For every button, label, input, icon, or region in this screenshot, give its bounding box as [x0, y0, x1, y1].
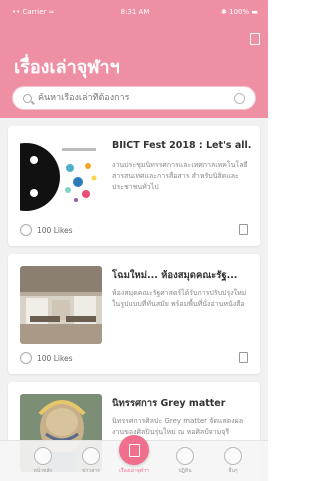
story-list[interactable]: BIICT Fest 2018 : Let's all... งานประชุม… [0, 118, 268, 481]
home-icon [34, 447, 52, 465]
like-circle-icon [20, 352, 32, 364]
like-button[interactable]: 100 Likes [20, 224, 73, 236]
tab-label: ปฏิทิน [178, 468, 192, 474]
story-card[interactable]: โฉมใหม่... ห้องสมุดคณะรัฐ... ห้องสมุดคณะ… [8, 254, 260, 374]
clear-icon[interactable] [234, 92, 245, 104]
card-title: BIICT Fest 2018 : Let's all... [112, 140, 252, 151]
like-circle-icon [20, 224, 32, 236]
bookmark-icon[interactable] [239, 352, 248, 363]
card-title: นิทรรศการ Grey matter [112, 398, 226, 409]
tab-label: หน้าหลัก [33, 468, 53, 474]
more-icon [224, 447, 242, 465]
search-bar[interactable] [12, 86, 256, 110]
document-icon[interactable] [250, 33, 260, 45]
tab-label: อื่นๆ [228, 468, 238, 474]
card-image [20, 266, 102, 344]
card-image [20, 138, 102, 216]
tab-calendar[interactable]: ปฏิทิน [170, 447, 200, 475]
card-title: โฉมใหม่... ห้องสมุดคณะรัฐ... [112, 270, 238, 281]
battery-status: ✱ 100% ▬ [221, 8, 258, 16]
tab-label: เรื่องเล่าจุฬาฯ [119, 468, 149, 474]
likes-count: 100 Likes [37, 225, 73, 235]
page-title: เรื่องเล่าจุฬาฯ [14, 57, 120, 78]
card-description: ห้องสมุดคณะรัฐศาสตร์ได้รับการปรับปรุงใหม… [112, 289, 247, 308]
search-input[interactable] [38, 93, 234, 103]
search-icon [23, 93, 32, 103]
tab-home[interactable]: หน้าหลัก [28, 447, 58, 475]
tab-more[interactable]: อื่นๆ [218, 447, 248, 475]
calendar-icon [176, 447, 194, 465]
tab-news[interactable]: ข่าวสาร [76, 447, 106, 475]
story-card[interactable]: BIICT Fest 2018 : Let's all... งานประชุม… [8, 126, 260, 246]
header: •• Carrier ≈ 8:31 AM ✱ 100% ▬ เรื่องเล่า… [0, 0, 268, 118]
tab-stories[interactable]: เรื่องเล่าจุฬาฯ [117, 435, 151, 475]
status-time: 8:31 AM [120, 8, 150, 16]
story-icon [119, 435, 149, 465]
bookmark-icon[interactable] [239, 224, 248, 235]
carrier-signal: •• Carrier ≈ [12, 8, 55, 16]
thumb-icon [20, 138, 102, 216]
like-button[interactable]: 100 Likes [20, 352, 73, 364]
news-icon [82, 447, 100, 465]
thumb-icon [20, 266, 102, 344]
bottom-tab-bar: หน้าหลัก ข่าวสาร เรื่องเล่าจุฬาฯ ปฏิทิน … [0, 435, 268, 481]
likes-count: 100 Likes [37, 353, 73, 363]
card-description: งานประชุมนิทรรศการและเทศกาลเทคโนโลยีสารส… [112, 161, 248, 191]
status-bar: •• Carrier ≈ 8:31 AM ✱ 100% ▬ [12, 6, 258, 18]
tab-label: ข่าวสาร [82, 468, 100, 474]
